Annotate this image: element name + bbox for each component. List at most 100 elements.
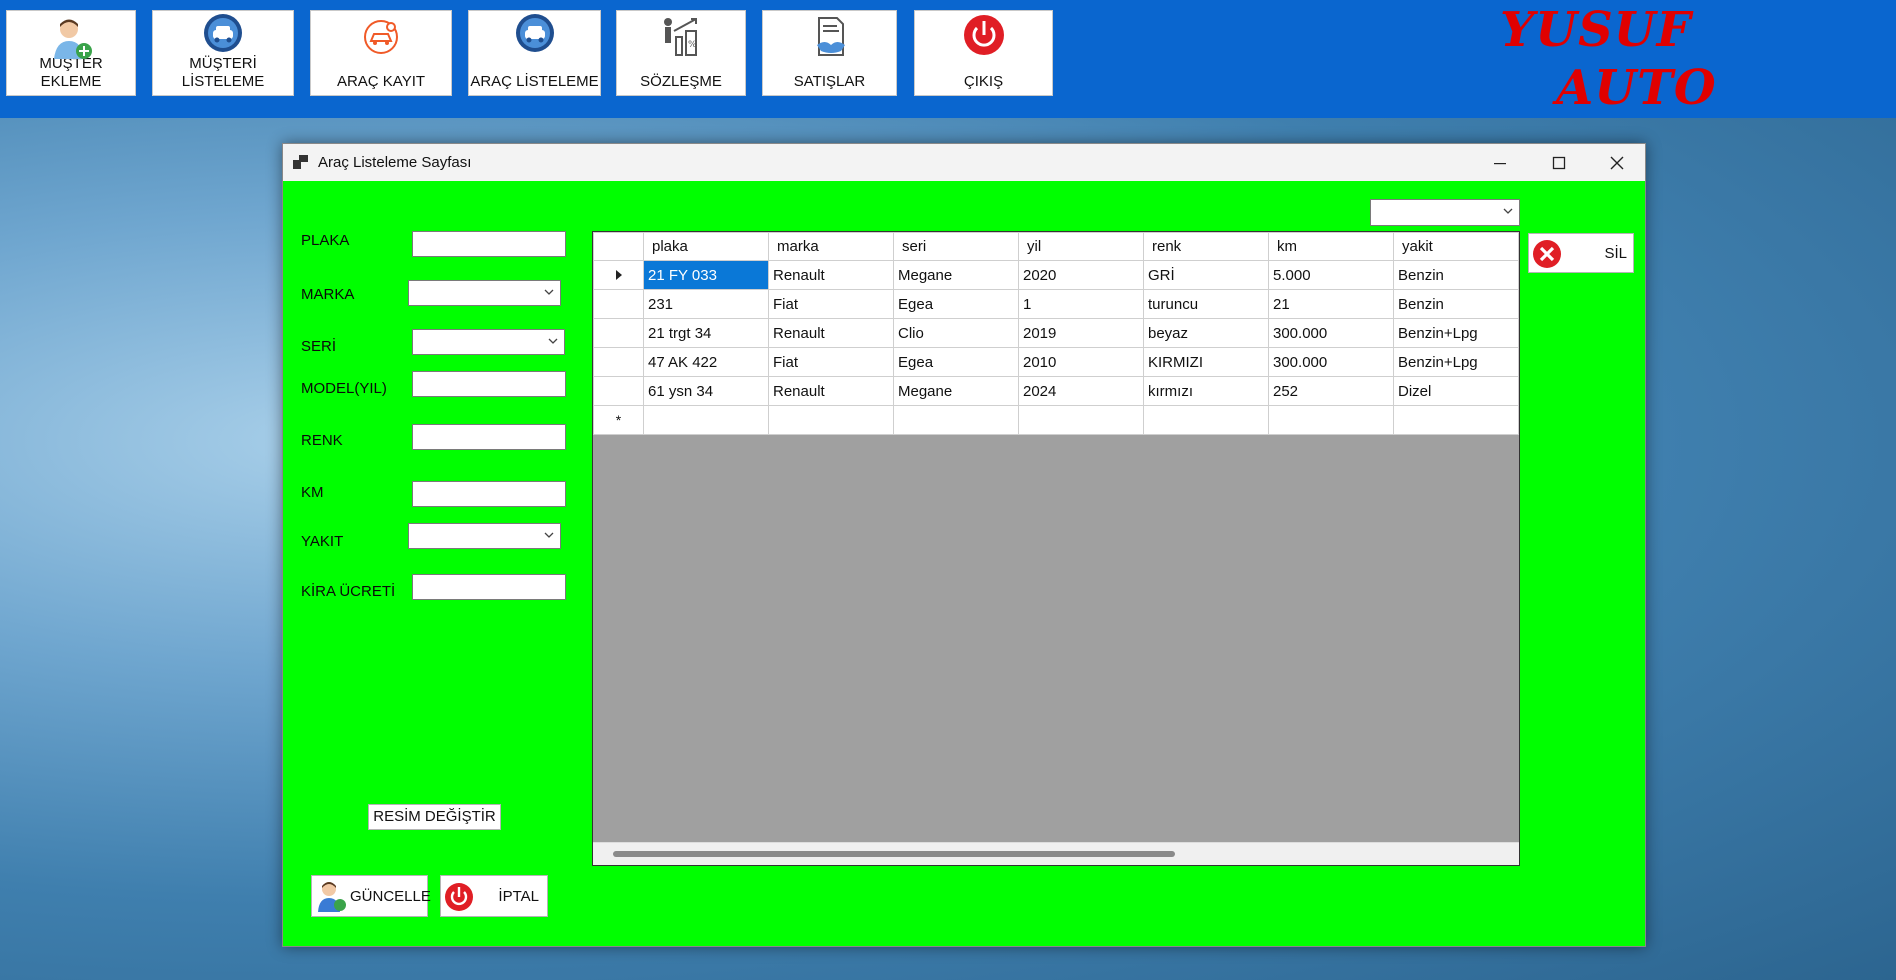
marka-select[interactable] <box>408 280 561 306</box>
guncelle-button[interactable]: GÜNCELLE <box>311 875 431 917</box>
menu-label: ARAÇ KAYIT <box>336 73 426 90</box>
yakit-label: YAKIT <box>301 533 344 550</box>
table-cell[interactable]: Dizel <box>1393 376 1519 406</box>
table-cell[interactable]: kırmızı <box>1143 376 1269 406</box>
maximize-button[interactable] <box>1530 144 1588 181</box>
app-icon <box>293 155 308 169</box>
column-header[interactable]: yil <box>1018 232 1144 261</box>
column-header[interactable]: marka <box>768 232 894 261</box>
table-cell[interactable]: Megane <box>893 260 1019 290</box>
kira-ucreti-label: KİRA ÜCRETİ <box>301 583 396 600</box>
new-row[interactable]: * <box>593 405 1519 435</box>
table-cell[interactable]: 2019 <box>1018 318 1144 348</box>
row-header[interactable] <box>593 347 644 377</box>
minimize-button[interactable] <box>1471 144 1529 181</box>
table-row[interactable]: 231 Fiat Egea 1 turuncu 21 Benzin <box>593 289 1519 319</box>
sozlesme-button[interactable]: % SÖZLEŞME <box>616 10 746 96</box>
table-cell[interactable] <box>1143 405 1269 435</box>
table-cell[interactable]: 21 <box>1268 289 1394 319</box>
table-cell[interactable]: Renault <box>768 318 894 348</box>
add-customer-icon <box>54 19 92 59</box>
table-cell[interactable]: 300.000 <box>1268 318 1394 348</box>
row-header[interactable] <box>593 260 644 290</box>
grid-header-row: plaka marka seri yil renk km yakit <box>593 232 1519 261</box>
table-cell[interactable]: 252 <box>1268 376 1394 406</box>
table-cell[interactable]: Megane <box>893 376 1019 406</box>
table-cell[interactable] <box>1018 405 1144 435</box>
km-input[interactable] <box>412 481 566 507</box>
musteri-ekleme-button[interactable]: MÜŞTER EKLEME <box>6 10 136 96</box>
table-cell[interactable]: 1 <box>1018 289 1144 319</box>
table-cell[interactable]: Renault <box>768 260 894 290</box>
renk-input[interactable] <box>412 424 566 450</box>
menu-label: SÖZLEŞME <box>640 73 722 90</box>
table-cell[interactable] <box>643 405 769 435</box>
row-header[interactable] <box>593 289 644 319</box>
yakit-select[interactable] <box>408 523 561 549</box>
table-cell[interactable]: Benzin+Lpg <box>1393 347 1519 377</box>
table-cell[interactable]: 2024 <box>1018 376 1144 406</box>
model-input[interactable] <box>412 371 566 397</box>
row-header[interactable] <box>593 376 644 406</box>
chevron-down-icon <box>544 289 554 295</box>
table-cell[interactable]: KIRMIZI <box>1143 347 1269 377</box>
table-cell[interactable]: Egea <box>893 347 1019 377</box>
table-cell[interactable]: Renault <box>768 376 894 406</box>
maximize-icon <box>1552 156 1566 169</box>
table-cell[interactable]: 47 AK 422 <box>643 347 769 377</box>
plaka-label: PLAKA <box>301 232 350 249</box>
table-cell[interactable]: Egea <box>893 289 1019 319</box>
arac-listeleme-button[interactable]: ARAÇ LİSTELEME <box>468 10 601 96</box>
table-cell[interactable]: Fiat <box>768 289 894 319</box>
table-row[interactable]: 47 AK 422 Fiat Egea 2010 KIRMIZI 300.000… <box>593 347 1519 377</box>
scrollbar-thumb[interactable] <box>613 851 1175 857</box>
column-header[interactable]: km <box>1268 232 1394 261</box>
table-row[interactable]: 21 trgt 34 Renault Clio 2019 beyaz 300.0… <box>593 318 1519 348</box>
table-cell[interactable]: GRİ <box>1143 260 1269 290</box>
logo-line1: YUSUF <box>1500 2 1692 58</box>
table-cell[interactable] <box>1393 405 1519 435</box>
table-cell[interactable]: 2010 <box>1018 347 1144 377</box>
table-cell[interactable]: Benzin+Lpg <box>1393 318 1519 348</box>
table-cell[interactable]: 300.000 <box>1268 347 1394 377</box>
table-cell[interactable]: 5.000 <box>1268 260 1394 290</box>
musteri-listeleme-button[interactable]: MÜŞTERİ LİSTELEME <box>152 10 294 96</box>
table-cell[interactable]: beyaz <box>1143 318 1269 348</box>
table-cell[interactable] <box>1268 405 1394 435</box>
filter-select[interactable] <box>1370 199 1520 226</box>
table-cell[interactable]: 21 FY 033 <box>643 260 769 290</box>
table-cell[interactable]: turuncu <box>1143 289 1269 319</box>
table-row[interactable]: 21 FY 033 Renault Megane 2020 GRİ 5.000 … <box>593 260 1519 290</box>
column-header[interactable]: yakit <box>1393 232 1519 261</box>
column-header[interactable]: renk <box>1143 232 1269 261</box>
plaka-input[interactable] <box>412 231 566 257</box>
table-cell[interactable]: Benzin <box>1393 289 1519 319</box>
table-cell[interactable]: Clio <box>893 318 1019 348</box>
cikis-button[interactable]: ÇIKIŞ <box>914 10 1053 96</box>
table-cell[interactable]: 2020 <box>1018 260 1144 290</box>
arac-kayit-button[interactable]: ARAÇ KAYIT <box>310 10 452 96</box>
column-header[interactable]: plaka <box>643 232 769 261</box>
kira-ucreti-input[interactable] <box>412 574 566 600</box>
close-button[interactable] <box>1588 144 1646 181</box>
satislar-button[interactable]: SATIŞLAR <box>762 10 897 96</box>
table-cell[interactable]: Benzin <box>1393 260 1519 290</box>
table-row[interactable]: 61 ysn 34 Renault Megane 2024 kırmızı 25… <box>593 376 1519 406</box>
seri-select[interactable] <box>412 329 565 355</box>
resim-degistir-button[interactable]: RESİM DEĞİŞTİR <box>368 804 501 830</box>
window-titlebar: Araç Listeleme Sayfası <box>283 144 1645 181</box>
table-cell[interactable]: 231 <box>643 289 769 319</box>
table-cell[interactable] <box>893 405 1019 435</box>
table-cell[interactable]: 21 trgt 34 <box>643 318 769 348</box>
table-cell[interactable]: Fiat <box>768 347 894 377</box>
logo-line2: AUTO <box>1556 60 1717 116</box>
horizontal-scrollbar[interactable] <box>593 842 1519 865</box>
table-cell[interactable] <box>768 405 894 435</box>
column-header[interactable]: seri <box>893 232 1019 261</box>
table-cell[interactable]: 61 ysn 34 <box>643 376 769 406</box>
iptal-button[interactable]: İPTAL <box>440 875 548 917</box>
vehicle-data-grid[interactable]: plaka marka seri yil renk km yakit 21 FY… <box>592 231 1520 866</box>
row-header[interactable] <box>593 318 644 348</box>
delete-icon <box>1533 240 1561 268</box>
sil-button[interactable]: SİL <box>1528 233 1634 273</box>
